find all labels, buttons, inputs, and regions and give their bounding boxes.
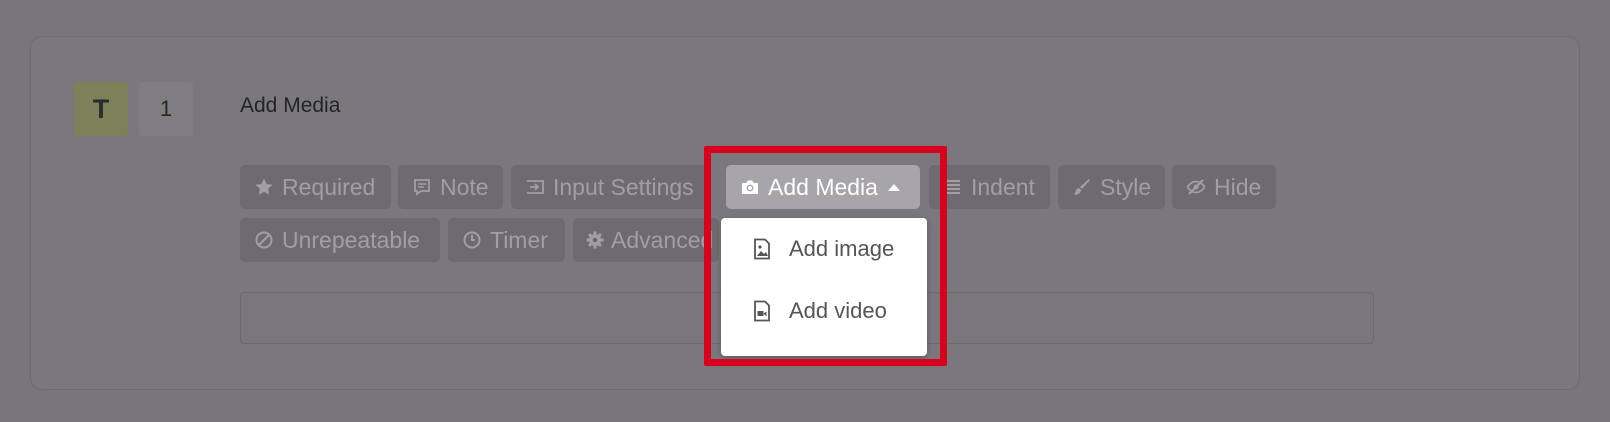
style-label: Style <box>1100 173 1152 200</box>
highlight-box <box>704 146 947 366</box>
unrepeatable-label: Unrepeatable <box>282 226 421 253</box>
style-button[interactable]: Style <box>1058 165 1165 209</box>
clock-icon <box>460 230 484 250</box>
required-label: Required <box>282 173 376 200</box>
hide-label: Hide <box>1214 173 1262 200</box>
advanced-button[interactable]: Advanced <box>573 218 719 262</box>
star-icon <box>252 177 276 197</box>
question-title[interactable]: Add Media <box>240 94 340 118</box>
page: T 1 Add Media Required Note Input Settin… <box>0 0 1610 422</box>
unrepeatable-button[interactable]: Unrepeatable <box>240 218 440 262</box>
input-settings-label: Input Settings <box>553 173 694 200</box>
timer-button[interactable]: Timer <box>448 218 565 262</box>
input-icon <box>523 177 547 197</box>
note-icon <box>410 177 434 197</box>
indent-label: Indent <box>971 173 1035 200</box>
input-settings-button[interactable]: Input Settings <box>511 165 708 209</box>
question-type-badge: T <box>74 82 128 136</box>
indent-button[interactable]: Indent <box>929 165 1050 209</box>
paintbrush-icon <box>1070 177 1094 197</box>
note-label: Note <box>440 173 489 200</box>
eye-slash-icon <box>1184 177 1208 197</box>
advanced-label: Advanced <box>611 226 714 253</box>
gear-icon <box>585 230 605 250</box>
question-number: 1 <box>139 82 193 136</box>
ban-icon <box>252 230 276 250</box>
timer-label: Timer <box>490 226 548 253</box>
note-button[interactable]: Note <box>398 165 503 209</box>
hide-button[interactable]: Hide <box>1172 165 1276 209</box>
required-button[interactable]: Required <box>240 165 391 209</box>
